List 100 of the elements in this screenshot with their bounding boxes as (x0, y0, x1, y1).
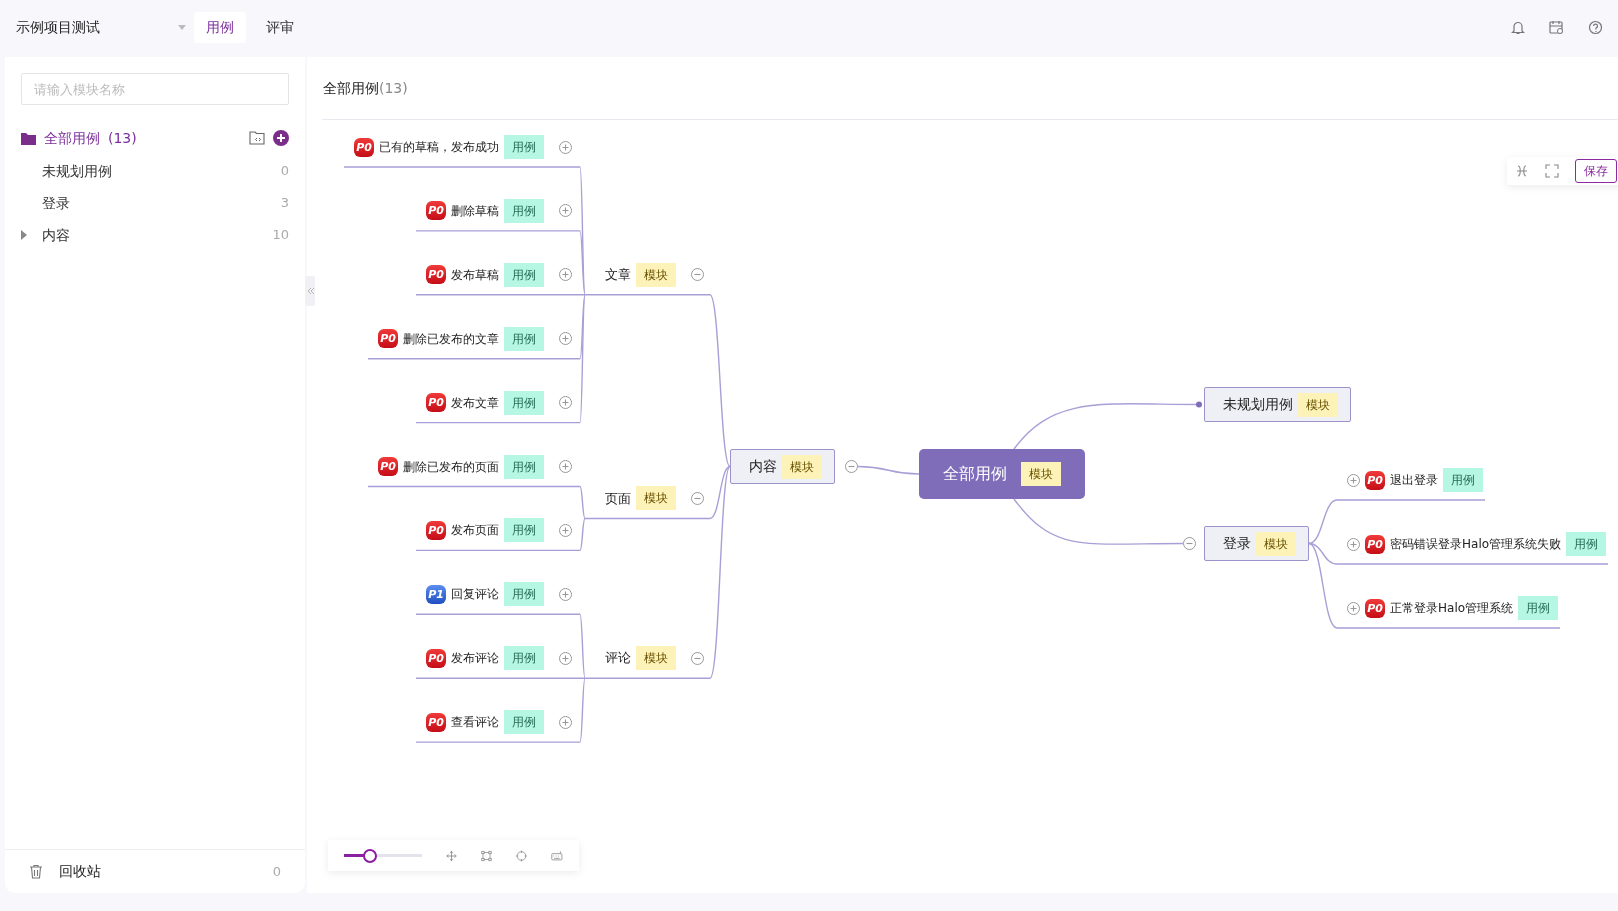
module-tag: 模块 (1021, 462, 1061, 486)
module-title[interactable]: 文章 (605, 265, 631, 285)
expand-icon[interactable] (559, 140, 572, 154)
priority-tag: P0 (426, 520, 446, 540)
module-title[interactable]: 评论 (605, 648, 631, 668)
keyboard-icon[interactable] (551, 848, 563, 863)
slider-thumb[interactable] (362, 848, 377, 863)
case-count: (13) (379, 78, 408, 98)
case-title[interactable]: 删除已发布的页面 (403, 457, 499, 476)
case-title[interactable]: 发布草稿 (451, 265, 499, 284)
case-title[interactable]: 删除已发布的文章 (403, 329, 499, 348)
node-title[interactable]: 内容 (749, 456, 777, 477)
page-title: 全部用例 (323, 78, 379, 98)
module-title[interactable]: 页面 (605, 488, 631, 509)
connector-line (857, 465, 920, 475)
bell-icon[interactable] (1511, 20, 1525, 35)
case-tag: 用例 (1566, 532, 1607, 556)
add-icon[interactable] (273, 130, 289, 146)
layout-icon[interactable] (1515, 164, 1529, 178)
priority-tag: P0 (1365, 534, 1385, 554)
case-count: 3 (280, 194, 289, 213)
tree-root-item[interactable]: 全部用例 (44, 127, 100, 149)
collapse-icon[interactable] (691, 651, 704, 665)
case-count: 0 (272, 862, 281, 881)
priority-tag: P1 (426, 584, 446, 604)
case-tag: 用例 (504, 198, 544, 223)
collapse-icon[interactable] (691, 268, 704, 282)
module-tag: 模块 (636, 262, 676, 287)
module-tag: 模块 (1256, 531, 1296, 556)
save-button[interactable]: 保存 (1575, 159, 1617, 183)
priority-tag: P0 (426, 265, 446, 285)
expand-icon[interactable] (21, 230, 27, 240)
recycle-bin-item[interactable]: 回收站 (59, 861, 101, 882)
node-title: 全部用例 (943, 463, 1007, 485)
search-field[interactable]: 请输入模块名称 (21, 73, 289, 105)
priority-tag: P0 (1365, 470, 1385, 490)
folder-icon (21, 131, 36, 145)
expand-icon[interactable] (559, 651, 572, 665)
node-title[interactable]: 登录 (1223, 533, 1251, 554)
node-title[interactable]: 未规划用例 (1223, 394, 1293, 415)
move-icon[interactable] (446, 848, 458, 863)
case-title[interactable]: 退出登录 (1390, 471, 1438, 489)
expand-icon[interactable] (1347, 537, 1360, 551)
case-tag: 用例 (504, 710, 544, 735)
module-tag: 模块 (636, 486, 676, 511)
expand-icon[interactable] (1347, 473, 1360, 487)
folder-code-icon[interactable] (249, 130, 265, 146)
priority-tag: P0 (378, 457, 398, 476)
expand-icon[interactable] (559, 268, 572, 282)
collapse-icon[interactable] (1183, 537, 1196, 550)
case-count: 0 (280, 162, 289, 181)
case-title[interactable]: 回复评论 (451, 585, 499, 604)
priority-tag: P0 (378, 329, 398, 349)
case-tag: 用例 (504, 262, 544, 287)
case-tag: 用例 (504, 135, 544, 159)
tree-item[interactable]: 登录 (42, 192, 70, 214)
case-title[interactable]: 删除草稿 (451, 201, 499, 220)
case-title[interactable]: 发布页面 (451, 521, 499, 540)
calendar-icon[interactable] (1549, 20, 1564, 35)
case-tag: 用例 (504, 454, 544, 479)
help-icon[interactable] (1588, 20, 1602, 35)
case-title[interactable]: 已有的草稿，发布成功 (379, 138, 499, 156)
expand-icon[interactable] (559, 332, 572, 346)
module-tag: 模块 (636, 646, 676, 671)
case-title[interactable]: 正常登录Halo管理系统 (1390, 599, 1514, 617)
priority-tag: P0 (354, 137, 374, 157)
caret-icon (178, 25, 186, 30)
case-title[interactable]: 密码错误登录Halo管理系统失败 (1390, 535, 1562, 553)
project-dropdown[interactable]: 示例项目测试 (16, 17, 186, 38)
priority-tag: P0 (1365, 598, 1385, 618)
case-tag: 用例 (1443, 468, 1483, 492)
collapse-handle[interactable] (305, 276, 315, 306)
case-tag: 用例 (504, 518, 544, 543)
priority-tag: P0 (426, 648, 446, 668)
expand-icon[interactable] (559, 523, 572, 537)
priority-tag: P0 (426, 712, 446, 732)
expand-icon[interactable] (1347, 601, 1360, 615)
select-frame-icon[interactable] (481, 848, 493, 863)
fullscreen-icon[interactable] (1545, 164, 1559, 178)
expand-icon[interactable] (559, 587, 572, 601)
expand-icon[interactable] (559, 396, 572, 410)
tab[interactable]: 用例 (194, 12, 246, 43)
case-title[interactable]: 发布文章 (451, 393, 499, 412)
tree-item[interactable]: 内容 (42, 224, 70, 246)
case-title[interactable]: 发布评论 (451, 649, 499, 668)
case-tag: 用例 (504, 326, 544, 351)
case-count: (13) (108, 128, 137, 148)
collapse-icon[interactable] (691, 491, 704, 505)
case-title[interactable]: 查看评论 (451, 713, 499, 732)
tree-item[interactable]: 未规划用例 (42, 160, 112, 182)
case-count: 10 (272, 226, 289, 245)
collapse-icon[interactable] (845, 460, 858, 473)
priority-tag: P0 (426, 201, 446, 221)
tab[interactable]: 评审 (254, 12, 306, 43)
module-tag: 模块 (782, 454, 822, 479)
expand-icon[interactable] (559, 715, 572, 729)
expand-icon[interactable] (559, 204, 572, 218)
expand-icon[interactable] (559, 460, 572, 473)
target-icon[interactable] (516, 848, 528, 863)
case-tag: 用例 (504, 646, 544, 671)
